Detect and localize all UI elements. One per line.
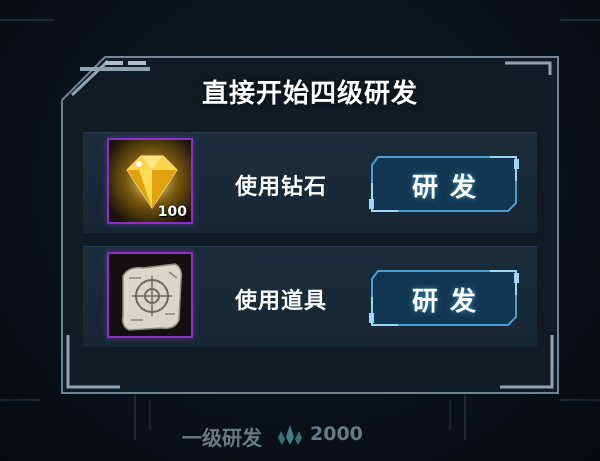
research-dialog: 直接开始四级研发 100 使用钻石 研发 使用道具 研发 [60, 55, 560, 395]
footer-cost: 一级研发 2000 [182, 420, 422, 450]
dialog-title: 直接开始四级研发 [201, 79, 418, 109]
research-with-diamond-button[interactable]: 研发 [368, 153, 520, 215]
research-with-item-button[interactable]: 研发 [368, 267, 520, 329]
option-row-diamond: 100 使用钻石 研发 [83, 132, 537, 233]
footer-text: 一级研发 [182, 426, 262, 450]
item-quantity: 100 [157, 204, 187, 220]
crystal-cluster-icon [278, 425, 302, 445]
item-slot-blueprint [107, 252, 193, 338]
button-label: 研发 [411, 287, 488, 317]
blueprint-scroll-icon [109, 254, 191, 336]
button-label: 研发 [411, 173, 488, 203]
option-label: 使用钻石 [235, 175, 328, 200]
item-slot-diamond: 100 [107, 138, 193, 224]
option-row-item: 使用道具 研发 [83, 246, 537, 347]
option-label: 使用道具 [235, 289, 328, 314]
footer-value: 2000 [310, 423, 363, 445]
